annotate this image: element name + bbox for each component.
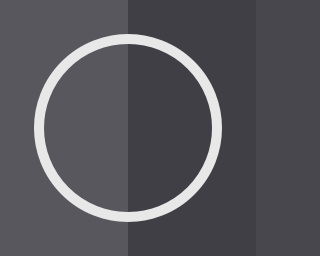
app-icon xyxy=(0,0,256,256)
circle-outline-icon xyxy=(34,34,222,222)
ring-shape xyxy=(34,34,222,222)
